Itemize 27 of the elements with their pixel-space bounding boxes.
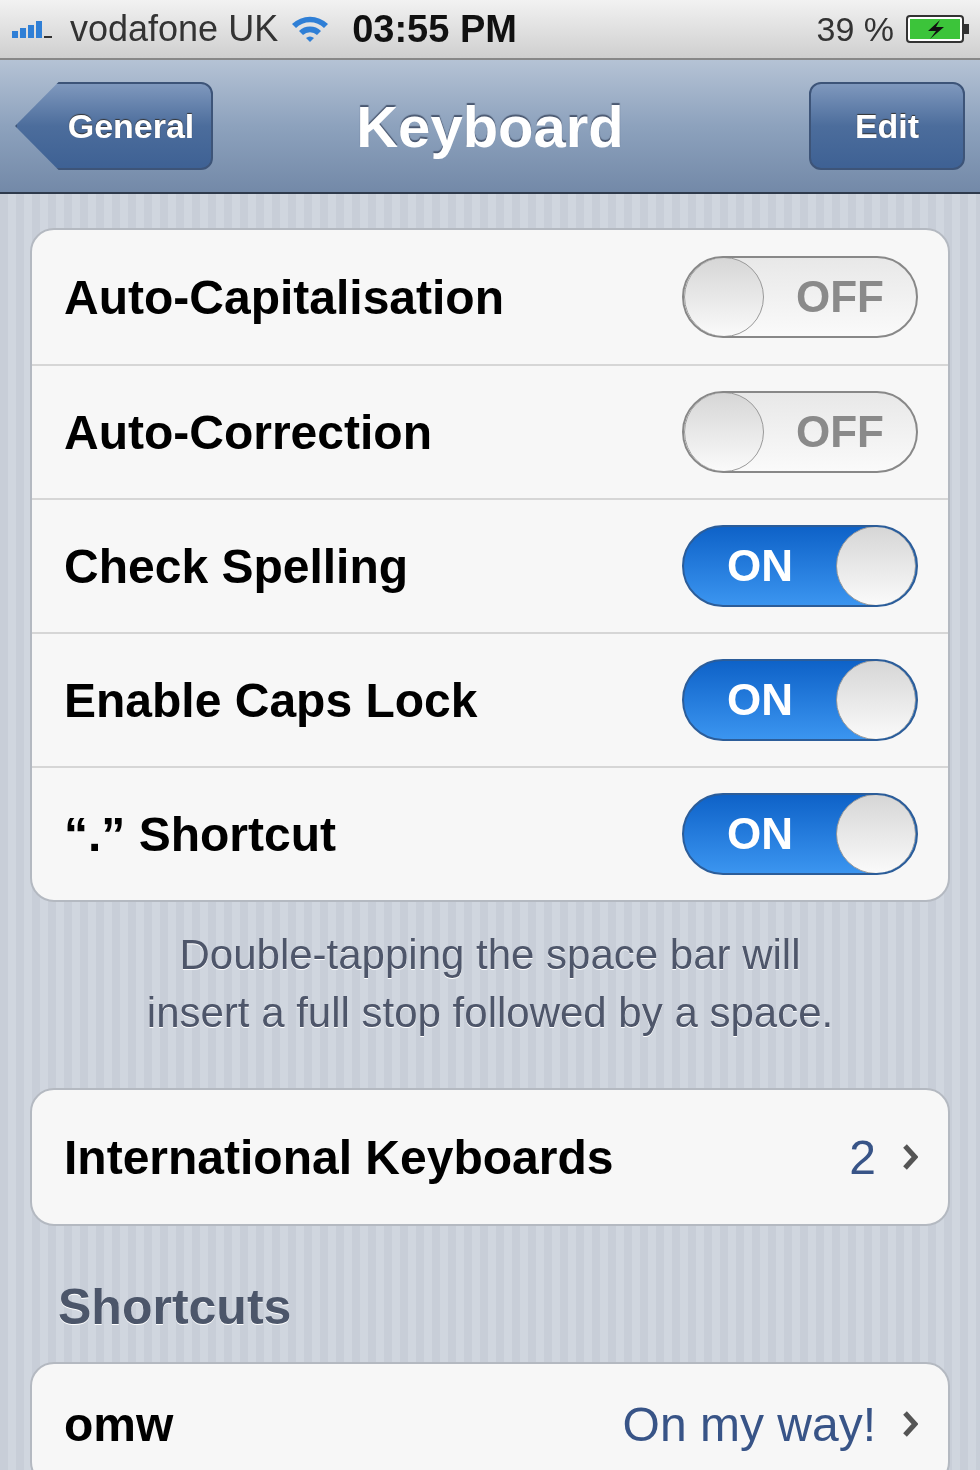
- setting-label: International Keyboards: [64, 1129, 615, 1185]
- battery-percentage: 39 %: [816, 9, 894, 49]
- shortcut-phrase: omw: [64, 1396, 175, 1452]
- setting-label: Enable Caps Lock: [64, 672, 479, 728]
- setting-label: Check Spelling: [64, 538, 410, 594]
- keyboard-count: 2: [849, 1129, 876, 1185]
- wifi-icon: [290, 14, 331, 44]
- toggle-switch[interactable]: ON: [682, 793, 918, 875]
- chevron-icon: [902, 1410, 918, 1438]
- international-keyboards-row[interactable]: International Keyboards 2: [30, 1088, 950, 1226]
- shortcut-expansion: On my way!: [622, 1396, 876, 1452]
- toggle-switch[interactable]: ON: [682, 525, 918, 607]
- setting-label: Auto-Capitalisation: [64, 269, 505, 325]
- toggle-switch[interactable]: OFF: [682, 391, 918, 473]
- chevron-icon: [902, 1143, 918, 1171]
- footnote-text: Double-tapping the space bar will insert a full stop followed by a space.: [145, 930, 835, 1038]
- carrier-name: vodafone UK: [70, 8, 279, 50]
- section-header: Shortcuts: [58, 1278, 293, 1336]
- back-button[interactable]: General: [15, 82, 213, 170]
- toggle-switch[interactable]: ON: [682, 659, 918, 741]
- battery-charging-icon: [906, 15, 970, 43]
- setting-label: “.” Shortcut: [64, 806, 337, 862]
- edit-button[interactable]: Edit: [809, 82, 965, 170]
- setting-label: Auto-Correction: [64, 404, 433, 460]
- clock-time: 03:55 PM: [352, 7, 517, 51]
- screen-title: Keyboard: [355, 92, 625, 160]
- toggle-switch[interactable]: OFF: [682, 256, 918, 338]
